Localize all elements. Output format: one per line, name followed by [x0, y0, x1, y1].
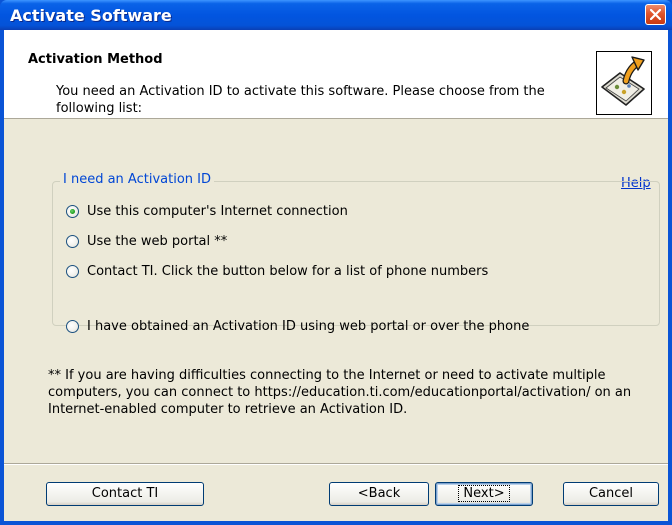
- group-legend: I need an Activation ID: [60, 172, 214, 187]
- header-title: Activation Method: [28, 52, 163, 67]
- activation-id-group: [52, 181, 660, 326]
- help-note: ** If you are having difficulties connec…: [48, 368, 632, 417]
- back-button-label: <Back: [357, 486, 401, 501]
- close-button[interactable]: [645, 4, 666, 25]
- cancel-button[interactable]: Cancel: [563, 482, 659, 506]
- radio-contact-ti[interactable]: [66, 265, 79, 278]
- option-obtained-id-label: I have obtained an Activation ID using w…: [87, 319, 530, 334]
- option-internet-connection[interactable]: Use this computer's Internet connection: [66, 204, 348, 219]
- activate-software-window: Activate Software Activation Method You …: [0, 0, 672, 525]
- close-icon: [650, 9, 661, 20]
- option-contact-ti-label: Contact TI. Click the button below for a…: [87, 264, 489, 279]
- next-button[interactable]: Next>: [435, 482, 533, 506]
- header-panel: Activation Method You need an Activation…: [4, 30, 668, 119]
- option-obtained-id[interactable]: I have obtained an Activation ID using w…: [66, 319, 529, 334]
- contact-ti-button[interactable]: Contact TI: [46, 482, 204, 506]
- title-bar[interactable]: Activate Software: [0, 0, 672, 30]
- contact-ti-button-label: Contact TI: [91, 486, 159, 501]
- option-web-portal[interactable]: Use the web portal **: [66, 234, 227, 249]
- activation-certificate-arrow-icon: [596, 51, 652, 115]
- option-web-portal-label: Use the web portal **: [87, 234, 228, 249]
- radio-web-portal[interactable]: [66, 235, 79, 248]
- cancel-button-label: Cancel: [588, 486, 634, 501]
- option-contact-ti[interactable]: Contact TI. Click the button below for a…: [66, 264, 488, 279]
- back-button[interactable]: <Back: [329, 482, 429, 506]
- window-title: Activate Software: [10, 6, 172, 25]
- footer-separator: [4, 463, 668, 465]
- radio-obtained-id[interactable]: [66, 320, 79, 333]
- option-internet-connection-label: Use this computer's Internet connection: [87, 204, 348, 219]
- header-description: You need an Activation ID to activate th…: [56, 84, 545, 116]
- next-button-label: Next>: [458, 485, 510, 502]
- dialog-body: Activation Method You need an Activation…: [4, 30, 668, 521]
- radio-internet-connection[interactable]: [66, 205, 79, 218]
